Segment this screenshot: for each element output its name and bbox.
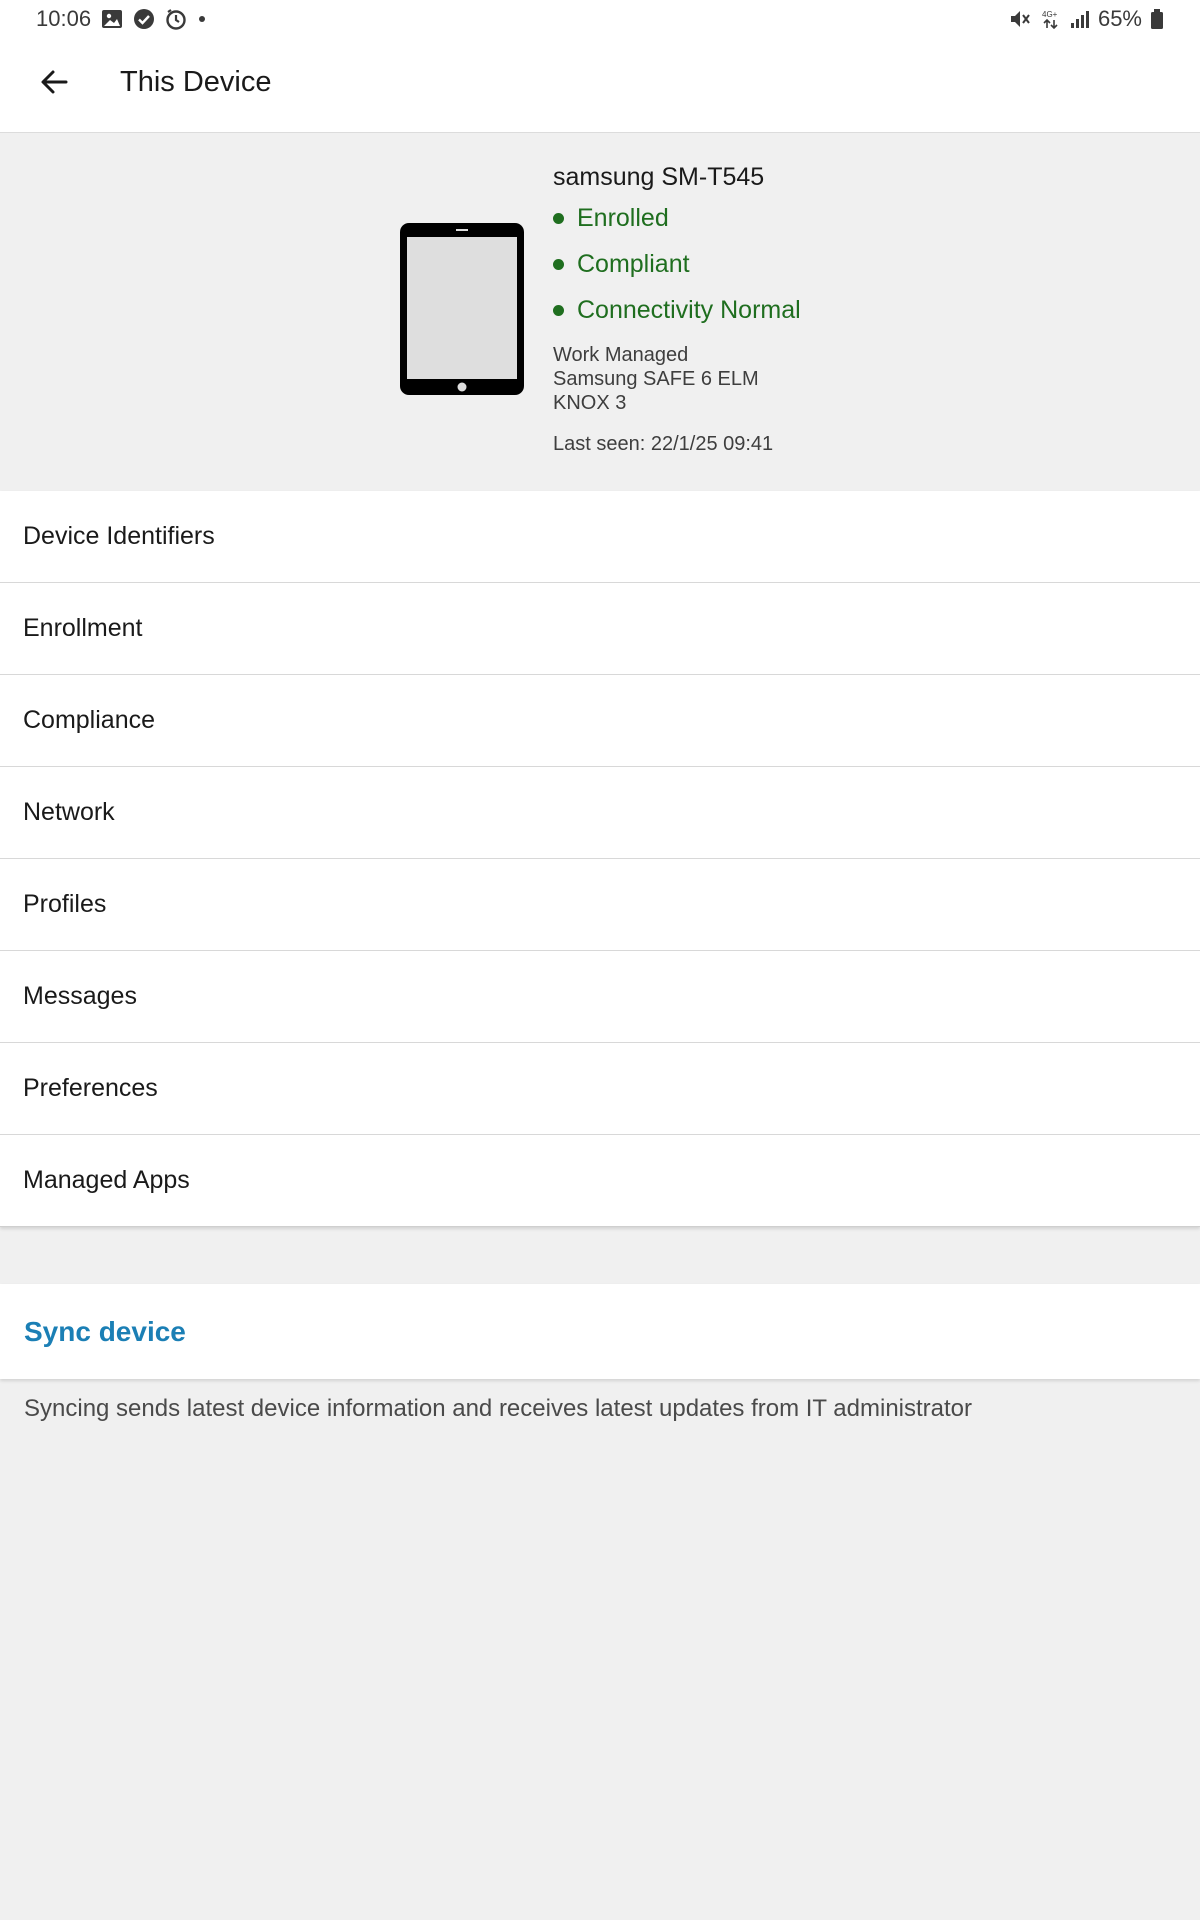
device-info: samsung SM-T545 Enrolled Compliant Conne… bbox=[553, 159, 801, 456]
status-label: Connectivity Normal bbox=[577, 295, 801, 324]
status-dot-icon bbox=[553, 304, 564, 316]
last-seen: Last seen: 22/1/25 09:41 bbox=[553, 433, 774, 455]
menu-item-label: Network bbox=[23, 798, 115, 826]
menu-item-managed-apps[interactable]: Managed Apps bbox=[0, 1135, 1200, 1227]
check-circle-icon bbox=[133, 8, 155, 30]
arrow-back-icon bbox=[38, 66, 70, 103]
tablet-device-icon bbox=[400, 223, 524, 400]
sync-description: Syncing sends latest device information … bbox=[24, 1395, 973, 1422]
menu-item-label: Device Identifiers bbox=[23, 522, 215, 550]
status-connectivity: Connectivity Normal bbox=[553, 287, 801, 333]
battery-icon bbox=[1150, 8, 1164, 30]
menu-item-compliance[interactable]: Compliance bbox=[0, 675, 1200, 767]
device-summary: samsung SM-T545 Enrolled Compliant Conne… bbox=[0, 133, 1200, 491]
battery-percent: 65% bbox=[1097, 6, 1142, 31]
status-label: Enrolled bbox=[577, 203, 669, 232]
device-model: samsung SM-T545 bbox=[553, 163, 765, 191]
page-title: This Device bbox=[120, 66, 272, 98]
menu-item-label: Managed Apps bbox=[23, 1166, 190, 1194]
menu-item-enrollment[interactable]: Enrollment bbox=[0, 583, 1200, 675]
dot-icon bbox=[197, 8, 207, 30]
app-bar: This Device bbox=[0, 36, 1200, 133]
menu-item-profiles[interactable]: Profiles bbox=[0, 859, 1200, 951]
menu-item-preferences[interactable]: Preferences bbox=[0, 1043, 1200, 1135]
status-enrolled: Enrolled bbox=[553, 195, 801, 241]
menu-item-label: Profiles bbox=[23, 890, 107, 918]
alarm-icon bbox=[165, 8, 187, 30]
cell-signal-icon bbox=[1070, 8, 1090, 30]
management-mode: Work Managed bbox=[553, 344, 689, 366]
menu-item-messages[interactable]: Messages bbox=[0, 951, 1200, 1043]
menu-item-label: Preferences bbox=[23, 1074, 158, 1102]
menu-item-network[interactable]: Network bbox=[0, 767, 1200, 859]
management-details: Work Managed Samsung SAFE 6 ELM KNOX 3 bbox=[553, 343, 801, 415]
4g-signal-icon: 4G+ bbox=[1040, 8, 1062, 30]
sync-device-button[interactable]: Sync device bbox=[0, 1284, 1200, 1379]
menu-item-label: Enrollment bbox=[23, 614, 143, 642]
svg-text:4G+: 4G+ bbox=[1042, 10, 1058, 19]
safe-version: Samsung SAFE 6 ELM bbox=[553, 368, 759, 390]
status-bar-right: 4G+ 65% bbox=[1008, 4, 1164, 34]
menu-item-device-identifiers[interactable]: Device Identifiers bbox=[0, 491, 1200, 583]
back-button[interactable] bbox=[24, 54, 84, 114]
status-bar-left: 10:06 bbox=[36, 4, 207, 34]
status-time: 10:06 bbox=[36, 6, 92, 31]
knox-version: KNOX 3 bbox=[553, 392, 627, 414]
gallery-icon bbox=[101, 8, 123, 30]
mute-icon bbox=[1008, 8, 1032, 30]
status-bar: 10:06 4G+ 65% bbox=[0, 0, 1200, 36]
status-compliant: Compliant bbox=[553, 241, 801, 287]
sync-device-label: Sync device bbox=[24, 1315, 186, 1347]
status-label: Compliant bbox=[577, 249, 690, 278]
device-menu-list: Device Identifiers Enrollment Compliance… bbox=[0, 491, 1200, 1227]
status-dot-icon bbox=[553, 258, 564, 270]
status-dot-icon bbox=[553, 212, 564, 224]
menu-item-label: Messages bbox=[23, 982, 137, 1010]
menu-item-label: Compliance bbox=[23, 706, 156, 734]
